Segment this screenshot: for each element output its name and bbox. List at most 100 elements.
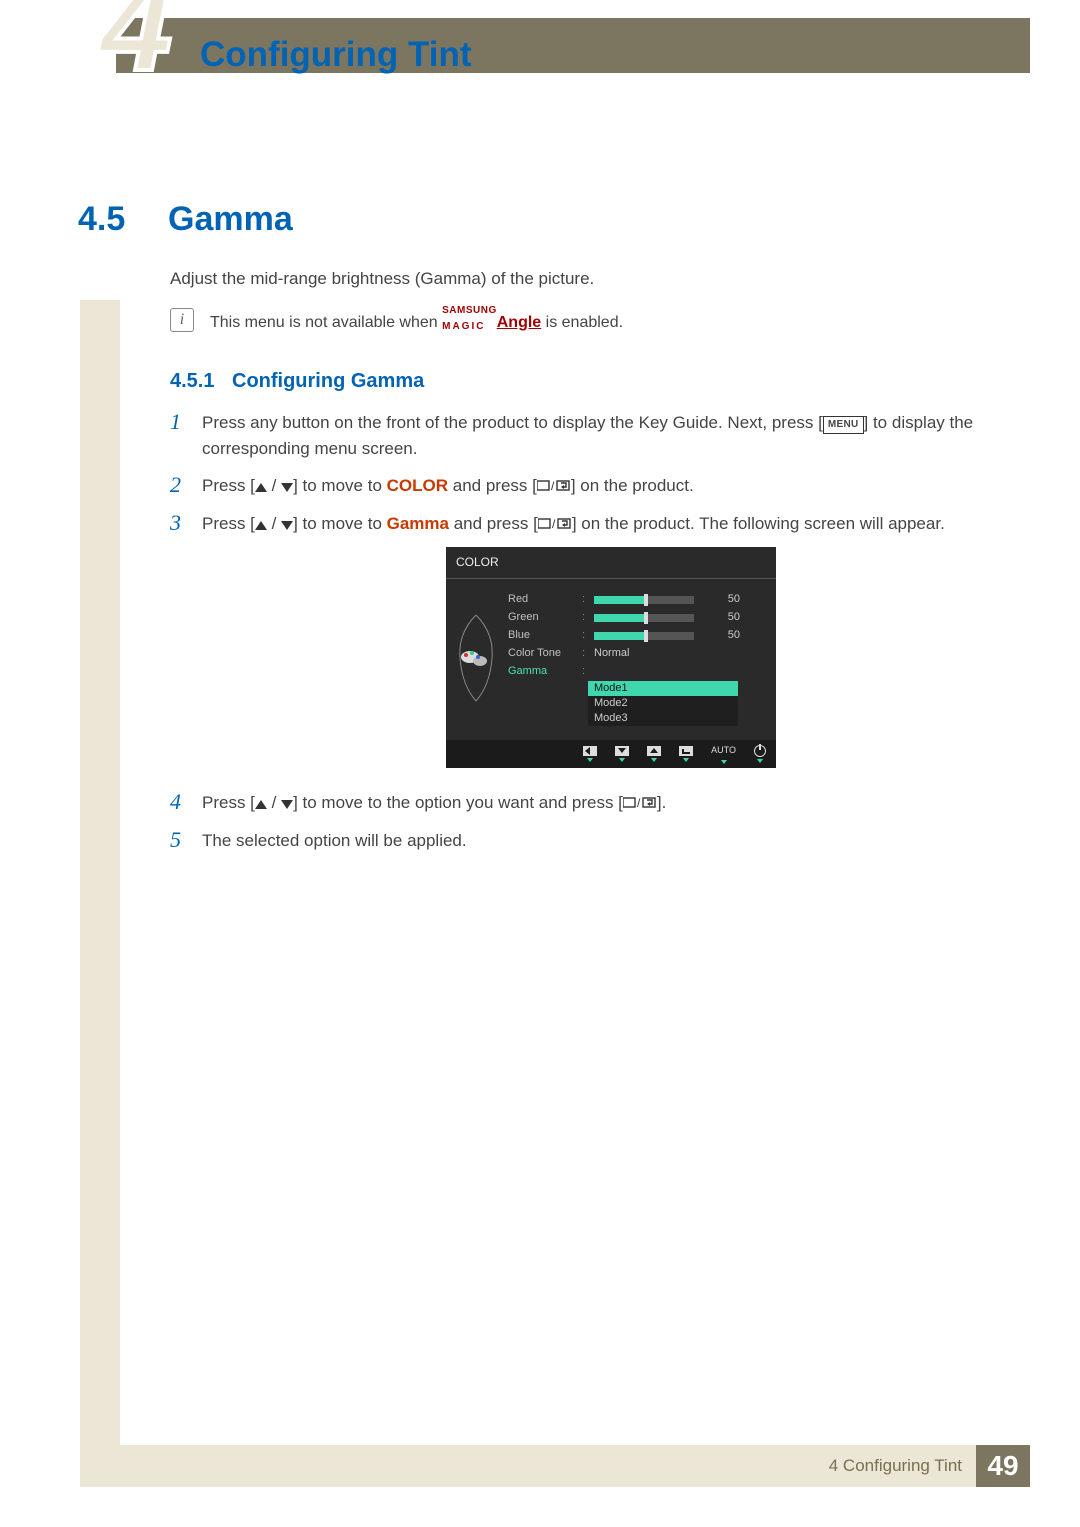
enter-icon: / [623, 792, 657, 818]
section-intro: Adjust the mid-range brightness (Gamma) … [170, 269, 594, 289]
text: Press [ [202, 514, 255, 533]
osd-gamma-options: Mode1 Mode2 Mode3 [588, 681, 738, 726]
osd-footer: AUTO [446, 740, 776, 768]
osd-option-mode3: Mode3 [588, 711, 738, 726]
osd-row-blue: Blue : 50 [508, 627, 766, 645]
up-arrow-icon [255, 483, 267, 492]
left-gutter [80, 300, 120, 1447]
step-number: 4 [170, 790, 202, 814]
chapter-title: Configuring Tint [200, 35, 472, 75]
indicator-icon [587, 758, 593, 762]
svg-text:/: / [551, 479, 555, 493]
enter-icon: / [537, 475, 571, 501]
osd-table: Red : 50 Green : [508, 591, 766, 726]
colon: : [582, 609, 588, 626]
colon: : [582, 627, 588, 644]
auto-label: AUTO [711, 744, 736, 758]
svg-text:/: / [637, 796, 641, 810]
step-5: 5 The selected option will be applied. [170, 828, 1020, 854]
colon: : [582, 591, 588, 608]
step-3: 3 Press [ / ] to move to Gamma and press… [170, 511, 1020, 780]
menu-button-label: MENU [823, 416, 864, 434]
text: ]. [657, 793, 666, 812]
chapter-tab-number: 4 [90, 0, 190, 90]
steps-list: 1 Press any button on the front of the p… [170, 410, 1020, 865]
text: ] on the product. [571, 476, 694, 495]
osd-row-green: Green : 50 [508, 609, 766, 627]
subsection-number: 4.5.1 [170, 370, 214, 393]
osd-footer-down [615, 746, 629, 762]
brand-magic: MAGIC [442, 321, 485, 332]
osd-label: Blue [508, 627, 576, 644]
footer-chapter-label: 4 Configuring Tint [829, 1456, 976, 1476]
note-row: i This menu is not available when SAMSUN… [170, 308, 623, 332]
step-1: 1 Press any button on the front of the p… [170, 410, 1020, 463]
note-icon: i [170, 308, 194, 332]
osd-label: Color Tone [508, 645, 576, 662]
back-icon [583, 746, 597, 756]
note-prefix: This menu is not available when [210, 314, 442, 331]
divider [446, 578, 776, 579]
down-arrow-icon [281, 483, 293, 492]
osd-footer-up [647, 746, 661, 762]
osd-slider [594, 632, 694, 640]
osd-option-mode2: Mode2 [588, 696, 738, 711]
osd-row-red: Red : 50 [508, 591, 766, 609]
step-text: The selected option will be applied. [202, 828, 1020, 854]
down-icon [615, 746, 629, 756]
down-arrow-icon [281, 800, 293, 809]
osd-value: Normal [594, 645, 629, 662]
indicator-icon [683, 758, 689, 762]
osd-art-icon [454, 591, 498, 726]
osd-label: Red [508, 591, 576, 608]
osd-footer-power [754, 745, 766, 763]
note-text: This menu is not available when SAMSUNG M… [210, 308, 623, 332]
up-icon [647, 746, 661, 756]
text: ] on the product. The following screen w… [572, 514, 945, 533]
osd-value: 50 [712, 609, 740, 626]
osd-title: COLOR [446, 547, 776, 578]
osd-row-colortone: Color Tone : Normal [508, 645, 766, 663]
osd-slider [594, 596, 694, 604]
step-number: 1 [170, 410, 202, 434]
brand-samsung: SAMSUNG [442, 305, 497, 316]
colon: : [582, 645, 588, 662]
text: Press any button on the front of the pro… [202, 413, 823, 432]
power-icon [754, 745, 766, 757]
enter-icon: / [538, 513, 572, 539]
indicator-icon [757, 759, 763, 763]
text: ] to move to the option you want and pre… [293, 793, 623, 812]
osd-footer-back [583, 746, 597, 762]
text: ] to move to [293, 514, 387, 533]
step-4: 4 Press [ / ] to move to the option you … [170, 790, 1020, 818]
step-text: Press [ / ] to move to COLOR and press [… [202, 473, 1020, 501]
osd-label: Green [508, 609, 576, 626]
down-arrow-icon [281, 521, 293, 530]
section-title: Gamma [168, 200, 293, 239]
section-number: 4.5 [78, 200, 125, 239]
osd-value: 50 [712, 627, 740, 644]
step-text: Press [ / ] to move to the option you wa… [202, 790, 1020, 818]
up-arrow-icon [255, 521, 267, 530]
page-number: 49 [976, 1445, 1030, 1487]
text: Press [ [202, 476, 255, 495]
enter-icon [679, 746, 693, 756]
text: and press [ [449, 514, 538, 533]
text: and press [ [448, 476, 537, 495]
note-suffix: is enabled. [541, 314, 623, 331]
osd-option-mode1: Mode1 [588, 681, 738, 696]
step-number: 2 [170, 473, 202, 497]
osd-footer-auto: AUTO [711, 744, 736, 764]
osd-footer-enter [679, 746, 693, 762]
text: Press [ [202, 793, 255, 812]
subsection-title: Configuring Gamma [232, 370, 424, 393]
keyword-gamma: Gamma [387, 514, 449, 533]
colon: : [582, 663, 588, 680]
indicator-icon [619, 758, 625, 762]
osd-screenshot: COLOR [446, 547, 776, 768]
step-number: 3 [170, 511, 202, 535]
step-text: Press [ / ] to move to Gamma and press [… [202, 511, 1020, 780]
text: ] to move to [293, 476, 387, 495]
osd-label-selected: Gamma [508, 663, 576, 680]
step-text: Press any button on the front of the pro… [202, 410, 1020, 463]
